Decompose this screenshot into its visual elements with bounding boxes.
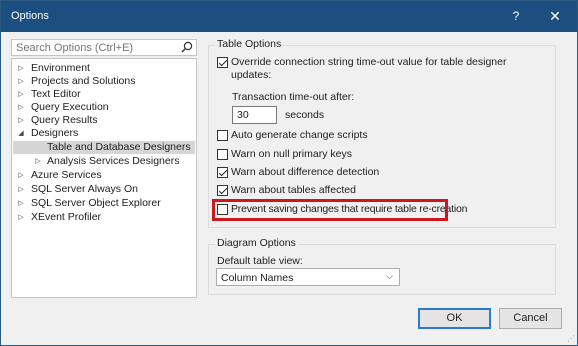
tree-item-label: Text Editor (31, 88, 81, 100)
search-icon[interactable] (181, 41, 193, 53)
tree-item-label: Azure Services (31, 169, 102, 181)
tree-item-query-execution[interactable]: ▷ Query Execution (13, 101, 195, 114)
expand-arrow-icon[interactable]: ▷ (17, 62, 25, 75)
transaction-timeout-input[interactable]: 30 (232, 106, 277, 124)
warn-null-keys-option[interactable]: Warn on null primary keys (217, 148, 417, 162)
expand-arrow-icon[interactable]: ▷ (17, 183, 25, 196)
help-button[interactable]: ? (506, 6, 526, 26)
override-timeout-label-line2: updates: (231, 69, 272, 81)
expand-arrow-icon[interactable]: ▷ (17, 169, 25, 182)
warn-tables-option[interactable]: Warn about tables affected (217, 184, 417, 198)
tree-item-label: Query Execution (31, 101, 109, 113)
expand-arrow-icon[interactable]: ▷ (34, 155, 42, 168)
collapse-arrow-icon[interactable]: ◢ (17, 127, 25, 140)
auto-generate-label: Auto generate change scripts (231, 129, 368, 141)
expand-arrow-icon[interactable]: ▷ (17, 197, 25, 210)
tree-item-xevent-profiler[interactable]: ▷ XEvent Profiler (13, 211, 195, 224)
resize-grip-icon[interactable]: ⋰ (567, 334, 575, 343)
tree-item-sql-server-always-on[interactable]: ▷ SQL Server Always On (13, 183, 195, 196)
search-placeholder: Search Options (Ctrl+E) (16, 42, 134, 54)
override-timeout-option[interactable]: Override connection string time-out valu… (217, 56, 517, 70)
highlight-annotation-box (212, 199, 448, 221)
ok-button[interactable]: OK (418, 308, 491, 329)
options-tree[interactable]: ▷ Environment ▷ Projects and Solutions ▷… (11, 58, 197, 298)
tree-item-label: Environment (31, 62, 90, 74)
tree-item-text-editor[interactable]: ▷ Text Editor (13, 88, 195, 101)
override-timeout-label-line1: Override connection string time-out valu… (231, 56, 507, 68)
tree-item-label: SQL Server Always On (31, 183, 138, 195)
tree-item-label: Analysis Services Designers (47, 155, 180, 167)
transaction-timeout-label: Transaction time-out after: (232, 91, 355, 103)
tree-item-sql-server-object-explorer[interactable]: ▷ SQL Server Object Explorer (13, 197, 195, 210)
close-button[interactable]: ✕ (544, 6, 566, 26)
tree-item-analysis-services-designers[interactable]: ▷ Analysis Services Designers (13, 155, 195, 168)
options-dialog: Options ? ✕ Search Options (Ctrl+E) ▷ En… (0, 0, 578, 346)
tree-item-designers[interactable]: ◢ Designers (13, 127, 195, 140)
default-table-view-label: Default table view: (217, 255, 303, 267)
warn-difference-option[interactable]: Warn about difference detection (217, 166, 417, 180)
tree-item-table-and-database-designers[interactable]: Table and Database Designers (13, 141, 195, 154)
diagram-options-heading: Diagram Options (215, 237, 298, 249)
warn-null-keys-label: Warn on null primary keys (231, 148, 352, 160)
tree-item-azure-services[interactable]: ▷ Azure Services (13, 169, 195, 182)
cancel-button[interactable]: Cancel (499, 308, 562, 329)
tree-item-label: XEvent Profiler (31, 211, 102, 223)
warn-tables-checkbox[interactable] (217, 185, 228, 196)
tree-item-label: Projects and Solutions (31, 75, 136, 87)
expand-arrow-icon[interactable]: ▷ (17, 101, 25, 114)
expand-arrow-icon[interactable]: ▷ (17, 114, 25, 127)
tree-item-label: SQL Server Object Explorer (31, 197, 161, 209)
warn-difference-checkbox[interactable] (217, 167, 228, 178)
chevron-down-icon[interactable]: ⌵ (386, 271, 393, 282)
tree-item-label: Table and Database Designers (47, 141, 191, 153)
tree-item-environment[interactable]: ▷ Environment (13, 62, 195, 75)
default-table-view-select[interactable]: Column Names ⌵ (216, 268, 400, 286)
title-bar: Options ? ✕ (1, 1, 577, 32)
auto-generate-option[interactable]: Auto generate change scripts (217, 129, 417, 143)
tree-item-label: Designers (31, 127, 79, 139)
tree-item-label: Query Results (31, 114, 98, 126)
warn-null-keys-checkbox[interactable] (217, 149, 228, 160)
expand-arrow-icon[interactable]: ▷ (17, 211, 25, 224)
tree-item-projects-and-solutions[interactable]: ▷ Projects and Solutions (13, 75, 195, 88)
expand-arrow-icon[interactable]: ▷ (17, 88, 25, 101)
expand-arrow-icon[interactable]: ▷ (17, 75, 25, 88)
override-timeout-checkbox[interactable] (217, 57, 228, 68)
table-options-heading: Table Options (215, 38, 284, 50)
tree-item-query-results[interactable]: ▷ Query Results (13, 114, 195, 127)
search-options-input[interactable]: Search Options (Ctrl+E) (11, 39, 197, 56)
warn-tables-label: Warn about tables affected (231, 184, 356, 196)
timeout-unit-label: seconds (285, 109, 325, 121)
default-table-view-value: Column Names (221, 272, 294, 284)
window-title: Options (11, 10, 49, 22)
auto-generate-checkbox[interactable] (217, 130, 228, 141)
warn-difference-label: Warn about difference detection (231, 166, 380, 178)
